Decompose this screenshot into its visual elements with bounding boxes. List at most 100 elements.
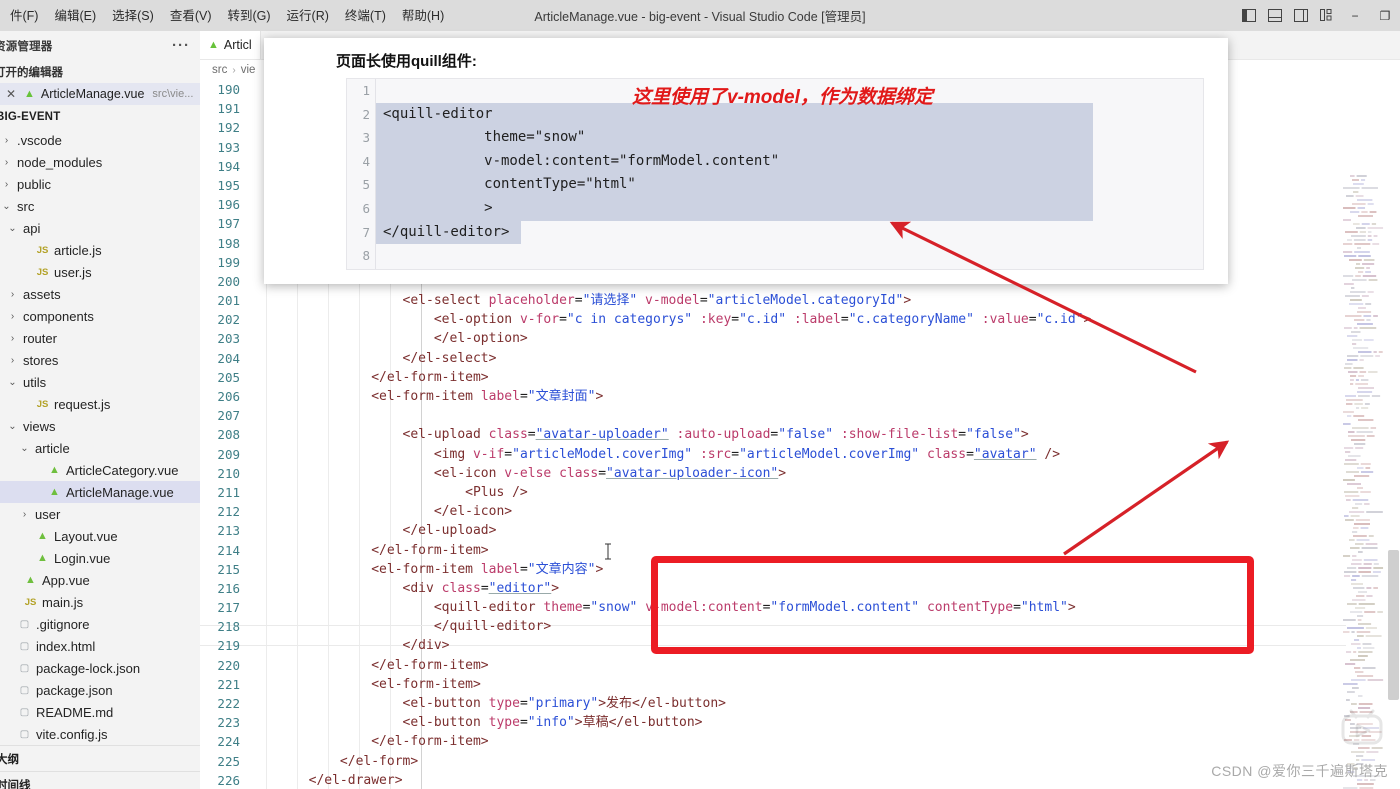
code-line[interactable]: <el-option v-for="c in categorys" :key="… xyxy=(246,310,1346,329)
panel-left-icon[interactable] xyxy=(1236,0,1262,31)
breadcrumb-src[interactable]: src xyxy=(212,64,227,76)
menu-bar[interactable]: 件(F) 编辑(E) 选择(S) 查看(V) 转到(G) 运行(R) 终端(T)… xyxy=(0,6,452,26)
project-root-label[interactable]: BIG-EVENT xyxy=(0,105,200,129)
tree-item-package.json[interactable]: ▢ package.json xyxy=(0,679,200,701)
chevron-right-icon[interactable]: › xyxy=(0,157,13,168)
code-line[interactable]: <el-button type="info">草稿</el-button> xyxy=(246,713,1346,732)
code-token: <el-upload xyxy=(246,427,489,443)
close-icon[interactable]: ✕ xyxy=(4,87,18,101)
chevron-right-icon[interactable]: › xyxy=(0,135,13,146)
panel-bottom-icon[interactable] xyxy=(1262,0,1288,31)
chevron-right-icon[interactable]: › xyxy=(6,289,19,300)
code-line[interactable]: <el-upload class="avatar-uploader" :auto… xyxy=(246,425,1346,444)
chevron-down-icon[interactable]: ⌄ xyxy=(6,223,19,234)
code-line[interactable]: </el-icon> xyxy=(246,502,1346,521)
tree-item-article[interactable]: ⌄ article xyxy=(0,437,200,459)
sidebar-panel-list[interactable]: 大纲时间线NPM 脚本 xyxy=(0,745,200,789)
tree-item-.gitignore[interactable]: ▢ .gitignore xyxy=(0,613,200,635)
tree-item-index.html[interactable]: ▢ index.html xyxy=(0,635,200,657)
editor-scrollbar[interactable] xyxy=(1386,80,1400,789)
panel-right-icon[interactable] xyxy=(1288,0,1314,31)
tree-item-node_modules[interactable]: › node_modules xyxy=(0,151,200,173)
tree-item-package-lock.json[interactable]: ▢ package-lock.json xyxy=(0,657,200,679)
code-line[interactable]: <el-select placeholder="请选择" v-model="ar… xyxy=(246,291,1346,310)
sidebar-panel-1[interactable]: 时间线 xyxy=(0,771,200,789)
chevron-right-icon[interactable]: › xyxy=(0,179,13,190)
code-line[interactable]: </el-upload> xyxy=(246,521,1346,540)
tree-item-api[interactable]: ⌄ api xyxy=(0,217,200,239)
line-number: 202 xyxy=(217,312,240,328)
tree-item-articlecategory.vue[interactable]: ▲ ArticleCategory.vue xyxy=(0,459,200,481)
code-line[interactable]: </el-form-item> xyxy=(246,732,1346,751)
menu-item-select[interactable]: 选择(S) xyxy=(104,6,162,26)
customize-layout-icon[interactable] xyxy=(1314,0,1340,31)
tree-item-vite.config.js[interactable]: ▢ vite.config.js xyxy=(0,723,200,745)
tree-item-readme.md[interactable]: ▢ README.md xyxy=(0,701,200,723)
line-number: 224 xyxy=(217,734,240,750)
tree-item-user.js[interactable]: JS user.js xyxy=(0,261,200,283)
tree-item-main.js[interactable]: JS main.js xyxy=(0,591,200,613)
tree-item-articlemanage.vue[interactable]: ▲ ArticleManage.vue xyxy=(0,481,200,503)
code-line[interactable] xyxy=(246,406,1346,425)
tree-item-login.vue[interactable]: ▲ Login.vue xyxy=(0,547,200,569)
tree-item-app.vue[interactable]: ▲ App.vue xyxy=(0,569,200,591)
more-actions-icon[interactable]: ··· xyxy=(172,38,190,53)
menu-item-terminal[interactable]: 终端(T) xyxy=(337,6,394,26)
chevron-down-icon[interactable]: ⌄ xyxy=(18,443,31,454)
sidebar-panel-0[interactable]: 大纲 xyxy=(0,745,200,771)
open-editors-section-header[interactable]: 打开的编辑器 xyxy=(0,61,200,83)
code-line[interactable]: </el-form-item> xyxy=(246,368,1346,387)
code-line[interactable]: <el-form-item label="文章封面"> xyxy=(246,387,1346,406)
code-token: = xyxy=(840,312,849,328)
menu-item-help[interactable]: 帮助(H) xyxy=(394,6,452,26)
tree-item-.vscode[interactable]: › .vscode xyxy=(0,129,200,151)
menu-item-file[interactable]: 件(F) xyxy=(2,6,46,26)
code-line[interactable]: </el-option> xyxy=(246,329,1346,348)
minimap[interactable] xyxy=(1340,80,1386,789)
chevron-down-icon[interactable]: ⌄ xyxy=(6,377,19,388)
code-line[interactable]: <img v-if="articleModel.coverImg" :src="… xyxy=(246,445,1346,464)
tree-item-public[interactable]: › public xyxy=(0,173,200,195)
chevron-right-icon[interactable]: › xyxy=(6,311,19,322)
code-line[interactable]: </el-drawer> xyxy=(246,771,1346,789)
chevron-down-icon[interactable]: ⌄ xyxy=(6,421,19,432)
code-line[interactable]: </el-form> xyxy=(246,752,1346,771)
code-token: = xyxy=(699,293,708,309)
code-token: = xyxy=(519,715,528,731)
md-file-icon: ▢ xyxy=(19,706,30,718)
maximize-button[interactable]: ❐ xyxy=(1370,0,1400,31)
tree-item-layout.vue[interactable]: ▲ Layout.vue xyxy=(0,525,200,547)
chevron-right-icon[interactable]: › xyxy=(6,355,19,366)
menu-item-edit[interactable]: 编辑(E) xyxy=(46,6,104,26)
tree-item-assets[interactable]: › assets xyxy=(0,283,200,305)
tree-item-components[interactable]: › components xyxy=(0,305,200,327)
tree-item-request.js[interactable]: JS request.js xyxy=(0,393,200,415)
code-line[interactable]: </el-select> xyxy=(246,349,1346,368)
chevron-right-icon[interactable]: › xyxy=(6,333,19,344)
file-tree[interactable]: › .vscode › node_modules › public ⌄ src ⌄ api JS ar… xyxy=(0,129,200,745)
menu-item-view[interactable]: 查看(V) xyxy=(162,6,220,26)
tree-item-stores[interactable]: › stores xyxy=(0,349,200,371)
tree-item-utils[interactable]: ⌄ utils xyxy=(0,371,200,393)
window-controls[interactable]: − ❐ xyxy=(1236,0,1400,31)
tree-item-label: node_modules xyxy=(17,154,103,170)
code-line[interactable]: <el-icon v-else class="avatar-uploader-i… xyxy=(246,464,1346,483)
code-line[interactable]: <el-button type="primary">发布</el-button> xyxy=(246,694,1346,713)
tab-article-manage[interactable]: ▲ Articl xyxy=(200,31,261,59)
chevron-down-icon[interactable]: ⌄ xyxy=(0,201,13,212)
tree-item-src[interactable]: ⌄ src xyxy=(0,195,200,217)
tree-item-article.js[interactable]: JS article.js xyxy=(0,239,200,261)
scrollbar-thumb[interactable] xyxy=(1388,550,1399,700)
breadcrumb-views[interactable]: vie xyxy=(241,64,256,76)
minimize-button[interactable]: − xyxy=(1340,0,1370,31)
code-line[interactable]: </el-form-item> xyxy=(246,656,1346,675)
open-editor-item[interactable]: ✕ ▲ ArticleManage.vue src\vie... xyxy=(0,83,200,105)
tree-item-router[interactable]: › router xyxy=(0,327,200,349)
menu-item-goto[interactable]: 转到(G) xyxy=(219,6,278,26)
tree-item-views[interactable]: ⌄ views xyxy=(0,415,200,437)
code-line[interactable]: <el-form-item> xyxy=(246,675,1346,694)
menu-item-run[interactable]: 运行(R) xyxy=(279,6,337,26)
code-line[interactable]: <Plus /> xyxy=(246,483,1346,502)
tree-item-user[interactable]: › user xyxy=(0,503,200,525)
chevron-right-icon[interactable]: › xyxy=(18,509,31,520)
